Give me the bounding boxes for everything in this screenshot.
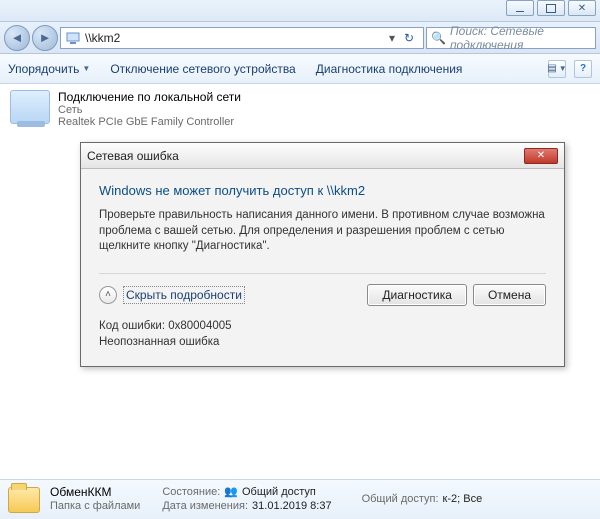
dialog-action-row: ˄ Скрыть подробности Диагностика Отмена	[99, 273, 546, 306]
dialog-heading: Windows не может получить доступ к \\kkm…	[99, 183, 546, 198]
forward-button[interactable]: ►	[32, 25, 58, 51]
dialog-message: Проверьте правильность написания данного…	[99, 208, 546, 255]
state-date-col: Состояние: 👥 Общий доступ Дата изменения…	[162, 486, 331, 514]
search-box[interactable]: 🔍 Поиск: Сетевые подключения	[426, 27, 596, 49]
folder-name-col: ОбменККМ Папка с файлами	[50, 485, 140, 514]
organize-menu[interactable]: Упорядочить ▼	[8, 62, 90, 76]
state-label: Состояние:	[162, 486, 220, 500]
window-close-button[interactable]	[568, 0, 596, 16]
dialog-body: Windows не может получить доступ к \\kkm…	[81, 169, 564, 366]
error-description: Неопознанная ошибка	[99, 334, 546, 350]
hide-details-link[interactable]: Скрыть подробности	[123, 286, 245, 304]
search-placeholder: Поиск: Сетевые подключения	[450, 24, 591, 52]
share-value: к-2; Все	[443, 493, 483, 507]
disable-device-button[interactable]: Отключение сетевого устройства	[110, 62, 295, 76]
address-bar[interactable]: \\kkm2 ▾ ↻	[60, 27, 424, 49]
chevron-up-icon[interactable]: ˄	[99, 286, 117, 304]
maximize-button[interactable]	[537, 0, 565, 16]
folder-name: ОбменККМ	[50, 485, 140, 500]
dialog-title: Сетевая ошибка	[87, 149, 179, 163]
search-icon: 🔍	[431, 31, 446, 45]
dialog-close-button[interactable]: ✕	[524, 148, 558, 164]
adapter-text: Подключение по локальной сети Сеть Realt…	[58, 90, 241, 128]
window-chrome	[0, 0, 600, 22]
adapter-title: Подключение по локальной сети	[58, 90, 241, 104]
minimize-button[interactable]	[506, 0, 534, 16]
share-icon: 👥	[224, 486, 238, 500]
cancel-button[interactable]: Отмена	[473, 284, 546, 306]
network-location-icon	[65, 30, 81, 46]
details-pane: ОбменККМ Папка с файлами Состояние: 👥 Об…	[0, 479, 600, 519]
help-button[interactable]: ?	[574, 60, 592, 78]
organize-label: Упорядочить	[8, 62, 79, 76]
dialog-titlebar[interactable]: Сетевая ошибка ✕	[81, 143, 564, 169]
network-error-dialog: Сетевая ошибка ✕ Windows не может получи…	[80, 142, 565, 367]
error-code: Код ошибки: 0x80004005	[99, 318, 546, 334]
state-value: Общий доступ	[242, 486, 316, 500]
refresh-icon[interactable]: ↻	[399, 31, 419, 45]
diagnose-button[interactable]: Диагностика	[367, 284, 467, 306]
date-label: Дата изменения:	[162, 500, 248, 514]
share-col: Общий доступ: к-2; Все	[362, 493, 483, 507]
adapter-network: Сеть	[58, 104, 241, 116]
folder-type: Папка с файлами	[50, 500, 140, 514]
folder-icon	[8, 487, 40, 513]
share-label: Общий доступ:	[362, 493, 439, 507]
date-value: 31.01.2019 8:37	[252, 500, 332, 514]
address-text: \\kkm2	[85, 31, 385, 45]
content-pane: Подключение по локальной сети Сеть Realt…	[0, 84, 600, 134]
network-adapter-item[interactable]: Подключение по локальной сети Сеть Realt…	[10, 90, 590, 128]
command-bar: Упорядочить ▼ Отключение сетевого устрой…	[0, 54, 600, 84]
adapter-device: Realtek PCIe GbE Family Controller	[58, 116, 241, 128]
back-button[interactable]: ◄	[4, 25, 30, 51]
chevron-down-icon: ▼	[82, 64, 90, 73]
navigation-bar: ◄ ► \\kkm2 ▾ ↻ 🔍 Поиск: Сетевые подключе…	[0, 22, 600, 54]
diagnose-connection-button[interactable]: Диагностика подключения	[316, 62, 463, 76]
view-options-button[interactable]: ▤▼	[548, 60, 566, 78]
error-details: Код ошибки: 0x80004005 Неопознанная ошиб…	[99, 318, 546, 350]
address-dropdown-icon[interactable]: ▾	[385, 31, 399, 45]
disable-label: Отключение сетевого устройства	[110, 62, 295, 76]
monitor-icon	[10, 90, 50, 124]
diagnose-label: Диагностика подключения	[316, 62, 463, 76]
